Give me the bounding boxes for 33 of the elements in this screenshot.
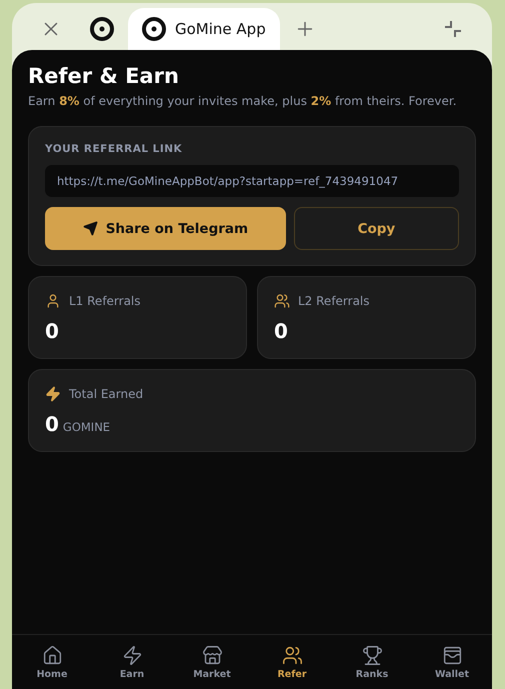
- page-subtitle: Earn 8% of everything your invites make, plus 2% from theirs. Forever.: [28, 94, 458, 108]
- nav-item[interactable]: Ranks: [332, 635, 412, 689]
- nav-item[interactable]: Refer: [252, 635, 332, 689]
- lightning-icon: [45, 386, 61, 402]
- home-icon: [42, 644, 62, 666]
- lightning-icon: [122, 644, 142, 666]
- nav-item[interactable]: Wallet: [412, 635, 492, 689]
- total-value: 0: [45, 412, 59, 436]
- copy-button[interactable]: Copy: [294, 207, 459, 250]
- stat-value: 0: [274, 319, 289, 343]
- people-icon: [282, 644, 302, 666]
- minimize-icon: [443, 19, 463, 39]
- browser-tab[interactable]: GoMine App: [128, 8, 280, 50]
- page-title: Refer & Earn: [28, 64, 180, 88]
- nav-item[interactable]: Earn: [92, 635, 172, 689]
- referral-label: YOUR REFERRAL LINK: [45, 143, 184, 155]
- share-button[interactable]: Share on Telegram: [45, 207, 286, 250]
- people-icon: [274, 293, 290, 309]
- nav-item[interactable]: Home: [12, 635, 92, 689]
- stat-label: L2 Referrals: [298, 294, 370, 308]
- person-icon: [45, 293, 61, 309]
- wallet-icon: [442, 644, 462, 666]
- send-icon: [82, 221, 98, 236]
- logo-icon: [142, 17, 166, 41]
- store-icon: [202, 644, 222, 666]
- stat-label: L1 Referrals: [69, 294, 141, 308]
- total-unit: GOMINE: [62, 420, 110, 434]
- total-label: Total Earned: [69, 387, 144, 401]
- referral-link-field[interactable]: https://t.me/GoMineAppBot/app?startapp=ref_7439491047: [45, 165, 459, 197]
- trophy-icon: [362, 644, 382, 666]
- logo-icon: [90, 17, 114, 41]
- nav-item[interactable]: Market: [172, 635, 252, 689]
- stat-value: 0: [45, 319, 60, 343]
